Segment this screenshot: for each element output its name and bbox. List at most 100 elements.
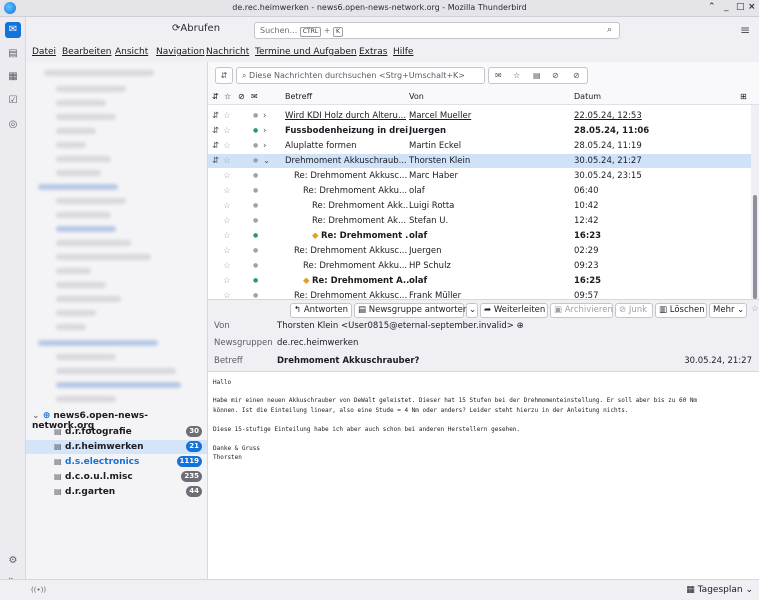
junk-button[interactable]: ⊘ Junk	[615, 303, 653, 318]
online-status-icon[interactable]: ((•))	[31, 586, 46, 594]
reply-newsgroup-button[interactable]: ▤ Newsgruppe antworten	[354, 303, 468, 318]
menu-help[interactable]: Hilfe	[393, 47, 413, 57]
chevron-down-icon[interactable]: ⌄	[32, 411, 40, 421]
table-row[interactable]: ☆ ● Re: Drehmoment Akk... Luigi Rotta 10:…	[208, 199, 751, 213]
tasks-icon[interactable]: ☑	[5, 93, 21, 109]
chevron-right-icon[interactable]: ›	[263, 111, 266, 121]
settings-gear-icon[interactable]: ⚙	[5, 553, 21, 569]
folder-item-heimwerken[interactable]: ▤ d.r.heimwerken 21	[26, 440, 207, 454]
address-book-icon[interactable]: ▤	[5, 46, 21, 62]
fetch-button[interactable]: ⟳Abrufen	[172, 23, 220, 34]
menu-edit[interactable]: Bearbeiten	[62, 47, 111, 57]
global-search-input[interactable]: Suchen... CTRL + K ⌕	[254, 22, 620, 39]
table-row[interactable]: ⇵ ☆ ● › Wird KDI Holz durch Alteru... Marce…	[208, 109, 751, 123]
collapse-icon[interactable]: ⌃	[708, 2, 716, 12]
column-subject[interactable]: Betreff	[285, 92, 312, 101]
chat-icon[interactable]: ◎	[5, 117, 21, 133]
table-row[interactable]: ⇵ ☆ ● › Aluplatte formen Martin Eckel 28.05…	[208, 139, 751, 153]
chevron-right-icon[interactable]: ›	[263, 126, 266, 136]
folder-item-misc[interactable]: ▤ d.c.o.u.l.misc 235	[26, 470, 207, 484]
column-from[interactable]: Von	[409, 92, 424, 101]
contact-filter-icon[interactable]: ▤	[533, 71, 541, 80]
star-icon[interactable]: ☆	[223, 231, 231, 241]
star-icon[interactable]: ☆	[223, 216, 231, 226]
mail-space-icon[interactable]: ✉	[5, 22, 21, 38]
table-row[interactable]: ☆ ● Re: Drehmoment Ak... Stefan U. 12:42	[208, 214, 751, 228]
archive-button[interactable]: ▣ Archivieren	[550, 303, 613, 318]
table-row[interactable]: ☆ ● ◆ Re: Drehmoment ... olaf 16:23	[208, 229, 751, 243]
star-icon[interactable]: ☆	[223, 201, 231, 211]
tag-filter-icon[interactable]: ⊘	[552, 71, 559, 80]
star-icon[interactable]: ☆	[223, 141, 231, 151]
scrollbar-thumb[interactable]	[753, 195, 757, 299]
table-row[interactable]: ☆ ● Re: Drehmoment Akkusc... Marc Haber 3…	[208, 169, 751, 183]
star-icon[interactable]: ☆	[223, 156, 231, 166]
read-status-icon[interactable]: ●	[253, 172, 258, 179]
star-icon[interactable]: ☆	[751, 304, 759, 314]
chevron-down-icon[interactable]: ⌄	[263, 156, 270, 166]
star-icon[interactable]: ☆	[223, 186, 231, 196]
read-status-icon[interactable]: ●	[253, 292, 258, 299]
menu-file[interactable]: Datei	[32, 47, 56, 57]
reply-button[interactable]: ↰ Antworten	[290, 303, 352, 318]
unread-filter-icon[interactable]: ✉	[495, 71, 502, 80]
table-row[interactable]: ☆ ● Re: Drehmoment Akku... olaf 06:40	[208, 184, 751, 198]
maximize-button[interactable]: □	[736, 2, 745, 12]
table-row-selected[interactable]: ⇵ ☆ ● ⌄ Drehmoment Akkuschraub... Thorsten …	[208, 154, 751, 168]
menu-navigation[interactable]: Navigation	[156, 47, 205, 57]
read-status-icon[interactable]: ●	[253, 247, 258, 254]
star-icon[interactable]: ☆	[223, 126, 231, 136]
table-row[interactable]: ☆ ● Re: Drehmoment Akku... HP Schulz 09:2…	[208, 259, 751, 273]
star-icon[interactable]: ☆	[223, 276, 231, 286]
star-icon[interactable]: ☆	[223, 246, 231, 256]
message-search-input[interactable]: ⌕ Diese Nachrichten durchsuchen <Strg+Um…	[236, 67, 485, 84]
from-value[interactable]: Thorsten Klein <User0815@eternal-septemb…	[277, 321, 524, 331]
column-picker-icon[interactable]: ⊞	[740, 92, 747, 101]
star-icon[interactable]: ☆	[223, 111, 231, 121]
forward-button[interactable]: ➦ Weiterleiten	[480, 303, 548, 318]
quick-filter-toggle-icon[interactable]: ⇵	[215, 67, 233, 84]
read-status-icon[interactable]: ●	[253, 157, 258, 164]
thread-scrollbar[interactable]	[751, 105, 759, 299]
star-icon[interactable]: ☆	[223, 171, 231, 181]
folder-item-fotografie[interactable]: ▤ d.r.fotografie 30	[26, 425, 207, 439]
star-column-icon[interactable]: ☆	[224, 92, 231, 101]
read-status-icon[interactable]: ●	[253, 142, 258, 149]
read-status-icon[interactable]: ●	[253, 187, 258, 194]
delete-button[interactable]: ▥ Löschen	[655, 303, 707, 318]
read-status-icon[interactable]: ●	[253, 262, 258, 269]
attachment-filter-icon[interactable]: ⊘	[573, 71, 580, 80]
unread-status-icon[interactable]: ●	[253, 277, 258, 284]
table-row[interactable]: ☆ ● ◆ Re: Drehmoment A... olaf 16:25	[208, 274, 751, 288]
star-icon[interactable]: ☆	[223, 291, 231, 299]
newsgroups-value[interactable]: de.rec.heimwerken	[277, 338, 358, 348]
starred-filter-icon[interactable]: ☆	[513, 71, 520, 80]
menu-tools[interactable]: Extras	[359, 47, 387, 57]
chevron-right-icon[interactable]: ›	[263, 141, 266, 151]
read-column-icon[interactable]: ✉	[251, 92, 258, 101]
unread-status-icon[interactable]: ●	[253, 127, 258, 134]
today-pane-toggle[interactable]: ▦ Tagesplan ⌄	[686, 585, 753, 595]
app-menu-icon[interactable]: ≡	[740, 23, 750, 37]
more-button[interactable]: Mehr ⌄	[709, 303, 747, 318]
table-row[interactable]: ☆ ● Re: Drehmoment Akkusc... Frank Müller…	[208, 289, 751, 299]
folder-item-electronics[interactable]: ▤ d.s.electronics 1119	[26, 455, 207, 469]
attachment-column-icon[interactable]: ⊘	[238, 92, 245, 101]
menu-message[interactable]: Nachricht	[206, 47, 249, 57]
calendar-icon[interactable]: ▦	[5, 69, 21, 85]
reply-dropdown-chevron-icon[interactable]: ⌄	[466, 303, 478, 318]
unread-status-icon[interactable]: ●	[253, 232, 258, 239]
minimize-button[interactable]: _	[724, 2, 729, 12]
table-row[interactable]: ☆ ● Re: Drehmoment Akkusc... Juergen 02:2…	[208, 244, 751, 258]
star-icon[interactable]: ☆	[223, 261, 231, 271]
menu-view[interactable]: Ansicht	[115, 47, 148, 57]
read-status-icon[interactable]: ●	[253, 217, 258, 224]
menu-events-tasks[interactable]: Termine und Aufgaben	[255, 47, 357, 57]
folder-item-garten[interactable]: ▤ d.r.garten 44	[26, 485, 207, 499]
thread-column-icon[interactable]: ⇵	[212, 92, 219, 101]
read-status-icon[interactable]: ●	[253, 202, 258, 209]
column-date[interactable]: Datum	[574, 92, 601, 101]
table-row[interactable]: ⇵ ☆ ● › Fussbodenheizung in drei... Juergen…	[208, 124, 751, 138]
read-status-icon[interactable]: ●	[253, 112, 258, 119]
close-button[interactable]: ×	[748, 2, 756, 12]
